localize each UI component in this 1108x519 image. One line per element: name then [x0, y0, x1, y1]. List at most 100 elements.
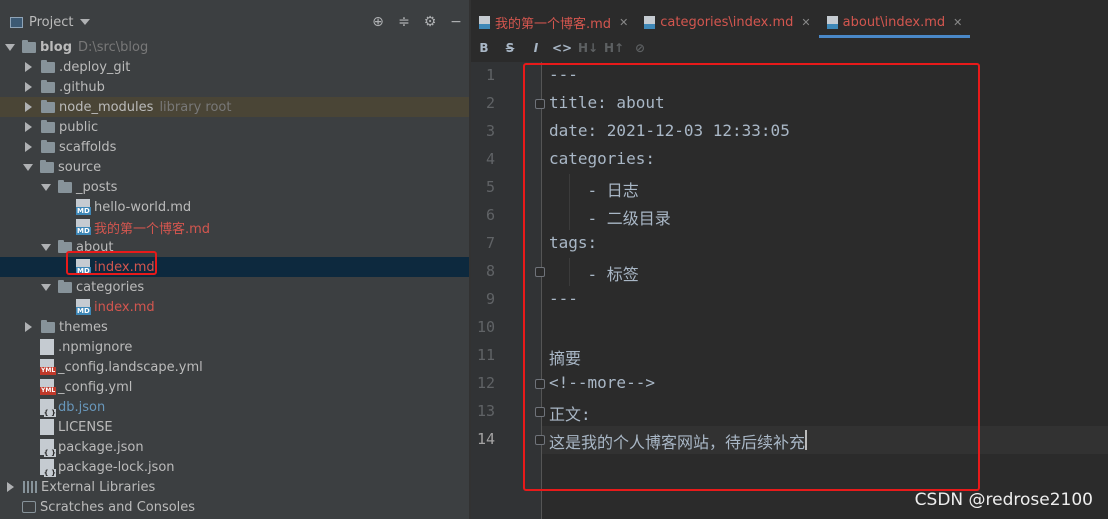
library-icon — [23, 481, 37, 493]
line-number: 1 — [485, 66, 495, 84]
tree-row[interactable]: package-lock.json — [0, 457, 469, 477]
tree-item-label: External Libraries — [41, 479, 156, 495]
tree-row[interactable]: 我的第一个博客.md — [0, 217, 469, 237]
folder-icon — [41, 59, 55, 73]
collapse-arrow-icon[interactable] — [25, 102, 32, 112]
collapse-arrow-icon[interactable] — [25, 322, 32, 332]
line-number: 10 — [476, 318, 495, 336]
tree-row[interactable]: External Libraries — [0, 477, 469, 497]
tree-row[interactable]: public — [0, 117, 469, 137]
tab-label: about\index.md — [842, 14, 946, 30]
tree-row[interactable]: Scratches and Consoles — [0, 497, 469, 517]
editor-tab[interactable]: 我的第一个博客.md ✕ — [471, 9, 636, 35]
tree-item-label: Scratches and Consoles — [40, 499, 196, 515]
link-icon[interactable]: ⊘ — [627, 37, 653, 59]
project-panel-title: Project — [29, 14, 74, 30]
tree-row[interactable]: _config.yml — [0, 377, 469, 397]
folder-icon — [40, 159, 54, 173]
tree-row[interactable]: themes — [0, 317, 469, 337]
tree-row[interactable]: categories — [0, 277, 469, 297]
editor-tabs: 我的第一个博客.md ✕ categories\index.md ✕ about\ind… — [471, 9, 1108, 38]
tree-item-label: themes — [59, 319, 108, 335]
tree-row[interactable]: index.md — [0, 297, 469, 317]
tree-row[interactable]: node_modules library root — [0, 97, 469, 117]
editor-tab[interactable]: about\index.md ✕ — [818, 9, 971, 38]
folder-icon — [22, 39, 36, 53]
collapse-arrow-icon[interactable] — [25, 82, 32, 92]
line-number: 4 — [485, 150, 495, 168]
collapse-arrow-icon[interactable] — [25, 142, 32, 152]
close-icon[interactable]: ✕ — [619, 16, 628, 29]
tree-row[interactable]: .npmignore — [0, 337, 469, 357]
tree-item-label: _config.landscape.yml — [58, 359, 203, 375]
expand-arrow-icon[interactable] — [23, 163, 33, 171]
project-view-selector[interactable]: Project — [10, 14, 91, 30]
tree-item-label: package-lock.json — [58, 459, 175, 475]
hide-icon[interactable]: − — [443, 9, 469, 35]
tree-item-label: .github — [59, 79, 105, 95]
folder-icon — [41, 79, 55, 93]
tree-item-label: _config.yml — [58, 379, 133, 395]
tree-item-label: package.json — [58, 439, 144, 455]
folder-icon — [58, 179, 72, 193]
line-number: 12 — [476, 374, 495, 392]
scratches-icon — [22, 501, 36, 513]
tree-row[interactable]: .github — [0, 77, 469, 97]
tree-row[interactable]: source — [0, 157, 469, 177]
tree-row[interactable]: db.json — [0, 397, 469, 417]
tree-row[interactable]: package.json — [0, 437, 469, 457]
tree-row[interactable]: _posts — [0, 177, 469, 197]
header-decrease-icon[interactable]: H↓ — [575, 37, 601, 59]
tree-item-label: _posts — [76, 179, 118, 195]
tree-row[interactable]: .deploy_git — [0, 57, 469, 77]
tree-row[interactable]: blog D:\src\blog — [0, 37, 469, 57]
line-number: 13 — [476, 402, 495, 420]
expand-arrow-icon[interactable] — [41, 243, 51, 251]
line-number: 7 — [485, 234, 495, 252]
yaml-file-icon — [40, 379, 57, 395]
editor-panel: 我的第一个博客.md ✕ categories\index.md ✕ about\ind… — [471, 0, 1108, 519]
markdown-toolbar: B S I <> H↓ H↑ ⊘ — [471, 37, 1108, 59]
tree-item-label: hello-world.md — [94, 199, 192, 215]
expand-arrow-icon[interactable] — [5, 43, 15, 51]
line-number: 5 — [485, 178, 495, 196]
strikethrough-icon[interactable]: S — [497, 37, 523, 59]
tree-row[interactable]: _config.landscape.yml — [0, 357, 469, 377]
folder-icon — [41, 119, 55, 133]
expand-arrow-icon[interactable] — [41, 183, 51, 191]
highlight-box — [66, 251, 157, 275]
collapse-arrow-icon[interactable] — [25, 122, 32, 132]
collapse-icon[interactable]: ≑ — [391, 9, 417, 35]
collapse-arrow-icon[interactable] — [25, 62, 32, 72]
code-icon[interactable]: <> — [549, 37, 575, 59]
text-file-icon — [40, 419, 54, 435]
bold-icon[interactable]: B — [471, 37, 497, 59]
text-file-icon — [40, 339, 54, 355]
tree-row[interactable]: scaffolds — [0, 137, 469, 157]
tree-item-label: blog — [40, 39, 72, 55]
tree-row[interactable]: hello-world.md — [0, 197, 469, 217]
close-icon[interactable]: ✕ — [953, 16, 962, 29]
folder-icon — [41, 139, 55, 153]
tree-item-hint: library root — [159, 99, 232, 115]
tree-item-label: index.md — [94, 299, 155, 315]
project-icon — [10, 16, 23, 28]
project-panel: Project ⊕ ≑ ⚙ − blog D:\src\blog .deploy_g… — [0, 0, 469, 519]
line-number: 2 — [485, 94, 495, 112]
collapse-arrow-icon[interactable] — [7, 482, 14, 492]
italic-icon[interactable]: I — [523, 37, 549, 59]
header-increase-icon[interactable]: H↑ — [601, 37, 627, 59]
tree-item-hint: D:\src\blog — [78, 39, 149, 55]
settings-icon[interactable]: ⚙ — [417, 9, 443, 35]
editor-tab[interactable]: categories\index.md ✕ — [636, 9, 818, 35]
json-file-icon — [40, 439, 56, 457]
folder-icon — [41, 319, 55, 333]
tree-item-label: source — [58, 159, 102, 175]
json-file-icon — [40, 459, 56, 477]
locate-icon[interactable]: ⊕ — [365, 9, 391, 35]
expand-arrow-icon[interactable] — [41, 283, 51, 291]
chevron-down-icon — [80, 19, 91, 25]
close-icon[interactable]: ✕ — [801, 16, 810, 29]
tree-row[interactable]: LICENSE — [0, 417, 469, 437]
folder-icon — [58, 279, 72, 293]
